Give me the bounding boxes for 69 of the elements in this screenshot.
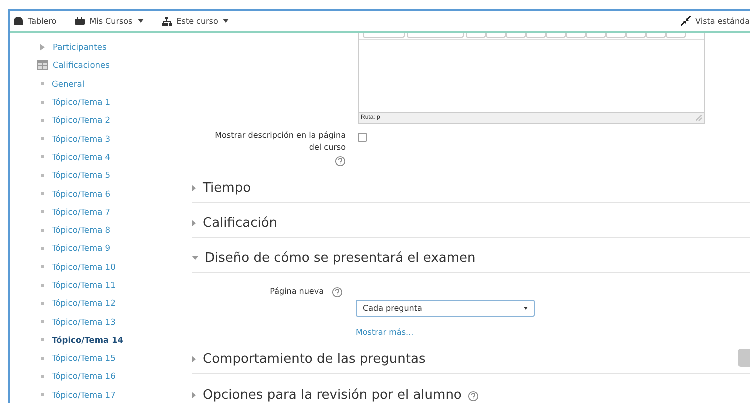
sidebar-link[interactable]: Tópico/Tema 3 — [52, 134, 111, 144]
nav-menu-item[interactable]: Mis Cursos — [74, 16, 144, 26]
sidebar-link[interactable]: Tópico/Tema 1 — [52, 97, 111, 108]
standard-view-link[interactable]: Vista estánda — [696, 16, 750, 26]
bullet-icon — [41, 118, 44, 122]
expand-caret-icon — [192, 392, 197, 399]
caret-icon — [138, 19, 144, 23]
sidebar-link[interactable]: Tópico/Tema 10 — [52, 262, 116, 272]
show-more-link[interactable]: Mostrar más... — [356, 328, 414, 337]
bullet-icon — [41, 374, 44, 378]
section-header[interactable]: Tiempo — [192, 181, 252, 196]
sidebar-link[interactable]: Tópico/Tema 15 — [52, 353, 116, 364]
sidebar-link[interactable]: Tópico/Tema 16 — [52, 371, 116, 382]
help-icon[interactable] — [468, 391, 479, 402]
help-icon[interactable] — [332, 286, 343, 298]
section-header[interactable]: Calificación — [192, 216, 278, 231]
bullet-icon — [41, 338, 44, 342]
section-header[interactable]: Diseño de cómo se presentará el examen — [192, 251, 476, 266]
sidebar-link[interactable]: Tópico/Tema 12 — [52, 298, 116, 308]
bullet-icon — [41, 137, 44, 140]
bullet-icon — [41, 228, 44, 232]
section-header[interactable]: Opciones para la revisión por el alumno — [192, 388, 479, 403]
expand-caret-icon — [192, 185, 197, 192]
bullet-icon — [41, 356, 44, 360]
sidebar-link[interactable]: Tópico/Tema 4 — [52, 152, 111, 162]
briefcase-icon — [74, 17, 85, 25]
sidebar-link[interactable]: Tópico/Tema 2 — [52, 115, 111, 126]
bullet-icon — [41, 265, 44, 268]
section-header[interactable]: Comportamiento de las preguntas — [192, 352, 426, 367]
nav-menu-item[interactable]: Tablero — [14, 16, 57, 26]
bullet-icon — [41, 82, 44, 86]
sidebar-link[interactable]: General — [52, 78, 85, 89]
caret-icon — [223, 19, 230, 23]
expand-caret-icon — [192, 356, 197, 363]
bullet-icon — [41, 100, 44, 104]
bullet-icon — [41, 393, 44, 396]
field-label: Mostrar descripción en la página del curso — [214, 130, 346, 154]
help-icon[interactable] — [335, 156, 346, 167]
sidebar-link[interactable]: Tópico/Tema 14 — [52, 334, 124, 345]
sidebar-link[interactable]: Tópico/Tema 11 — [52, 280, 116, 290]
collapse-arrows-icon[interactable] — [680, 16, 691, 26]
bullet-icon — [41, 284, 44, 286]
sidebar-link[interactable]: Tópico/Tema 13 — [52, 316, 116, 327]
collapse-caret-icon — [192, 256, 199, 261]
nav-menu-item[interactable]: Este curso — [162, 16, 230, 26]
bullet-icon — [41, 174, 44, 177]
sidebar-link[interactable]: Tópico/Tema 9 — [52, 243, 111, 254]
expand-caret-icon — [192, 220, 197, 227]
sidebar-link[interactable]: Participantes — [53, 42, 107, 52]
sidebar-link[interactable]: Tópico/Tema 8 — [52, 225, 111, 236]
bullet-icon — [41, 155, 44, 158]
dropdown[interactable]: Cada pregunta — [356, 300, 535, 317]
sidebar-link[interactable]: Tópico/Tema 5 — [52, 170, 111, 180]
bullet-icon — [41, 320, 44, 324]
sidebar-link[interactable]: Tópico/Tema 6 — [52, 188, 111, 199]
caret-icon — [524, 307, 528, 310]
sidebar-link[interactable]: Tópico/Tema 17 — [52, 390, 116, 400]
expand-arrow-icon — [40, 44, 45, 51]
bullet-icon — [41, 210, 44, 214]
sidebar-link[interactable]: Tópico/Tema 7 — [52, 206, 111, 217]
checkbox[interactable] — [358, 133, 367, 142]
sidebar-link[interactable]: Calificaciones — [53, 60, 110, 70]
resize-grip-icon[interactable] — [696, 115, 702, 121]
table-icon — [37, 60, 48, 70]
bullet-icon — [41, 192, 44, 196]
bullet-icon — [41, 246, 44, 250]
field-label: Página nueva — [270, 286, 324, 296]
bullet-icon — [41, 302, 44, 305]
sitemap-icon — [162, 16, 172, 26]
